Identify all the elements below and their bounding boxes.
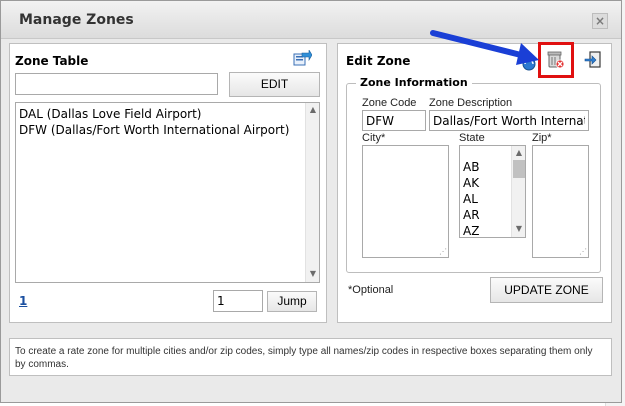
city-label: City* bbox=[362, 132, 386, 144]
scroll-up-icon[interactable]: ▲ bbox=[512, 148, 525, 157]
page-number-input[interactable] bbox=[213, 290, 263, 312]
dialog-title: Manage Zones bbox=[19, 12, 134, 28]
edit-button[interactable]: EDIT bbox=[229, 72, 320, 97]
zone-list-items: DAL (Dallas Love Field Airport) DFW (Dal… bbox=[19, 106, 289, 138]
jump-button[interactable]: Jump bbox=[267, 291, 317, 312]
scroll-down-icon[interactable]: ▼ bbox=[306, 269, 319, 278]
page-link[interactable]: 1 bbox=[19, 294, 27, 308]
zone-search-input[interactable] bbox=[15, 73, 218, 95]
resize-grip-icon[interactable]: ⋰ bbox=[579, 247, 587, 256]
zone-code-field[interactable] bbox=[362, 110, 426, 131]
state-select[interactable]: AB AK AL AR AZ ▲ ▼ bbox=[459, 145, 526, 238]
edit-zone-heading: Edit Zone bbox=[346, 54, 411, 68]
zone-list[interactable]: DAL (Dallas Love Field Airport) DFW (Dal… bbox=[15, 102, 320, 283]
section-title: Zone Information bbox=[356, 76, 472, 89]
annotation-arrow-icon bbox=[430, 30, 539, 65]
help-panel: To create a rate zone for multiple citie… bbox=[9, 338, 612, 376]
state-label: State bbox=[459, 132, 485, 144]
state-option[interactable]: AZ bbox=[463, 223, 480, 237]
zip-label: Zip* bbox=[532, 132, 552, 144]
state-option[interactable]: AR bbox=[463, 207, 480, 223]
list-item[interactable]: DAL (Dallas Love Field Airport) bbox=[19, 106, 289, 122]
zone-description-field[interactable] bbox=[429, 110, 589, 131]
export-icon[interactable] bbox=[292, 48, 313, 68]
scroll-up-icon[interactable]: ▲ bbox=[306, 105, 319, 114]
zone-table-panel: Zone Table EDIT DAL (Dallas Love Field A… bbox=[9, 43, 327, 323]
state-option[interactable]: AK bbox=[463, 175, 480, 191]
zip-textarea[interactable]: ⋰ bbox=[532, 145, 589, 258]
exit-icon[interactable] bbox=[584, 50, 602, 70]
state-scrollbar[interactable]: ▲ ▼ bbox=[511, 146, 525, 237]
optional-note: *Optional bbox=[348, 284, 394, 296]
help-text: To create a rate zone for multiple citie… bbox=[15, 346, 593, 370]
scroll-thumb[interactable] bbox=[513, 160, 525, 178]
state-option[interactable]: AL bbox=[463, 191, 480, 207]
city-textarea[interactable]: ⋰ bbox=[362, 145, 449, 258]
close-button[interactable]: × bbox=[592, 13, 608, 29]
state-option[interactable]: AB bbox=[463, 159, 480, 175]
resize-grip-icon[interactable]: ⋰ bbox=[439, 247, 447, 256]
zone-table-heading: Zone Table bbox=[15, 54, 89, 68]
state-options: AB AK AL AR AZ bbox=[463, 159, 480, 237]
delete-zone-icon[interactable] bbox=[546, 50, 566, 70]
edit-zone-panel: Edit Zone Zone Information Zone Code Zon… bbox=[337, 42, 612, 323]
scroll-down-icon[interactable]: ▼ bbox=[512, 224, 525, 233]
list-item[interactable]: DFW (Dallas/Fort Worth International Air… bbox=[19, 122, 289, 138]
update-zone-button[interactable]: UPDATE ZONE bbox=[490, 277, 603, 303]
zone-description-label: Zone Description bbox=[429, 97, 513, 109]
zone-code-label: Zone Code bbox=[362, 97, 417, 109]
zone-list-scrollbar[interactable]: ▲ ▼ bbox=[305, 103, 319, 282]
